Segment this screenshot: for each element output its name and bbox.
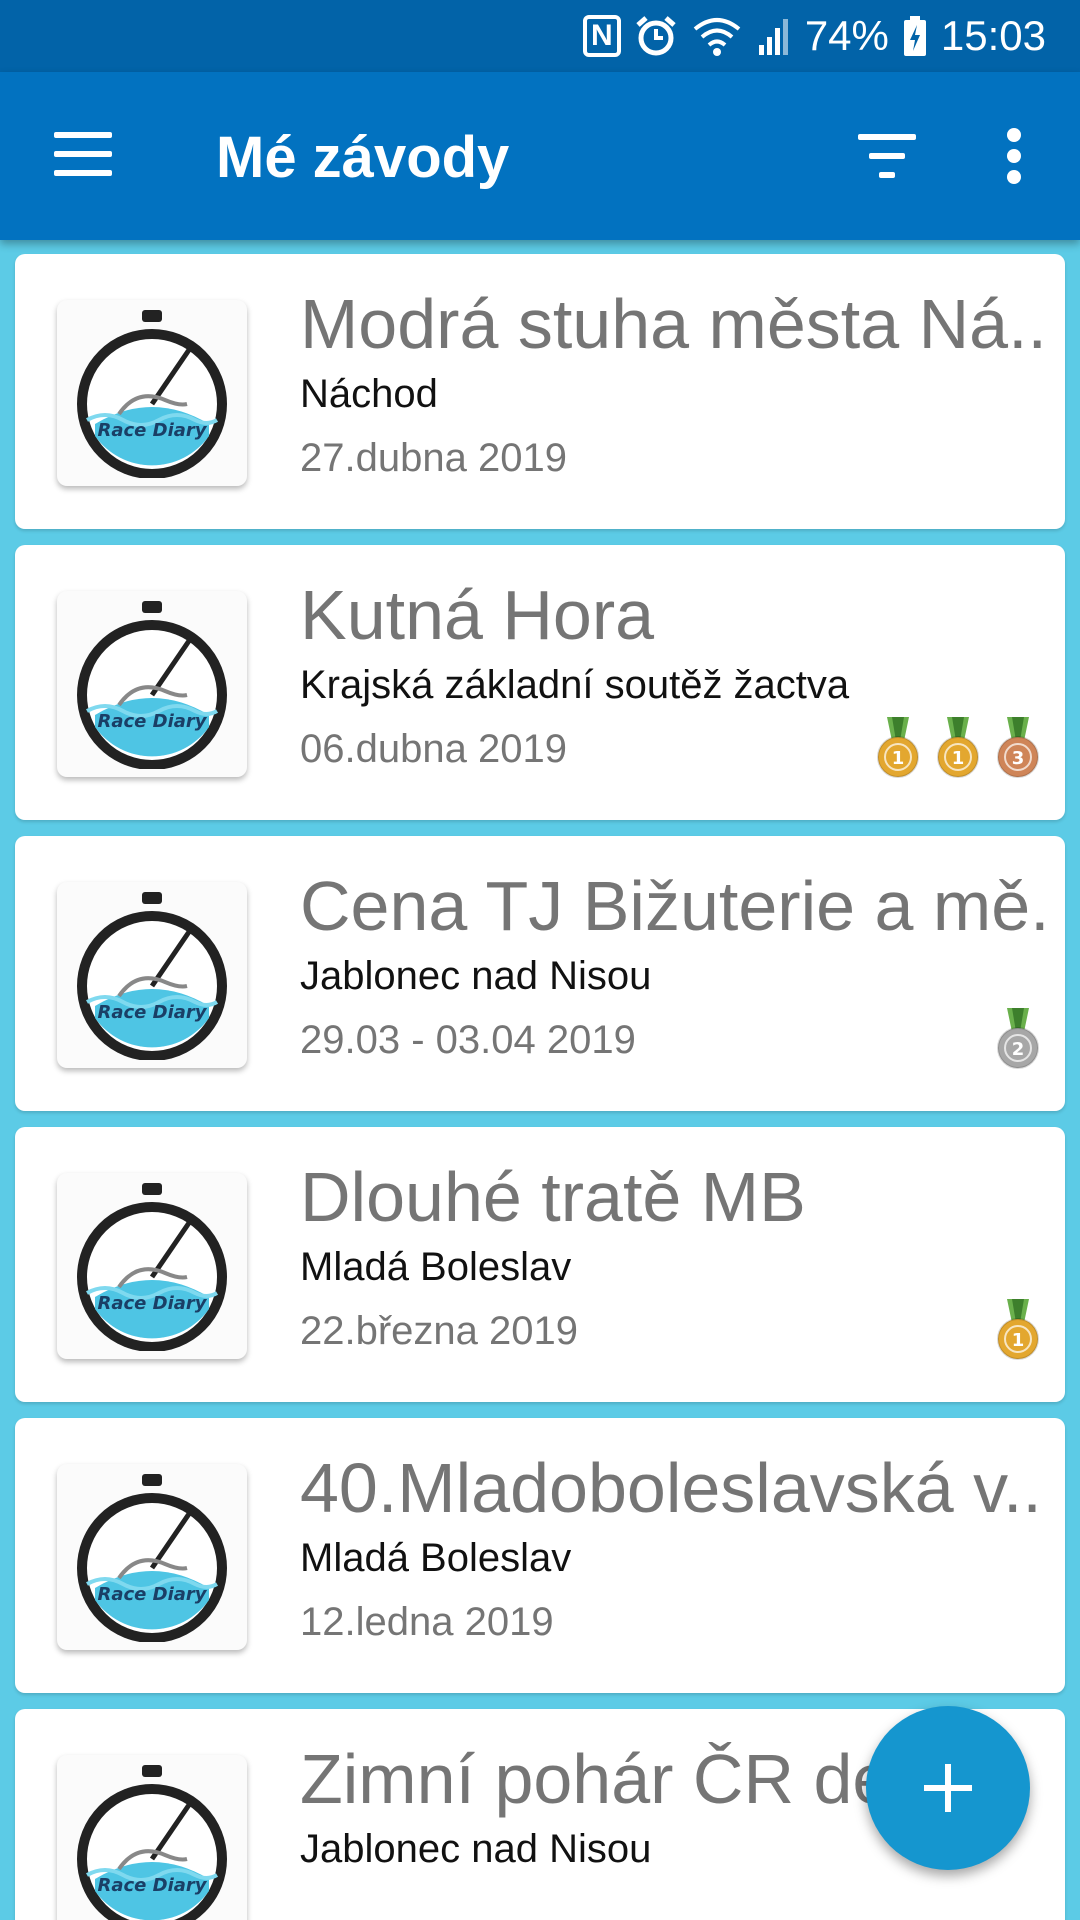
race-location: Krajská základní soutěž žactva [300,663,850,707]
medal-list: 1 1 3 [875,717,1041,779]
race-location: Mladá Boleslav [300,1245,572,1289]
race-logo: Race Diary [57,591,247,777]
battery-percent: 74% [804,12,889,59]
race-name: 40.Mladoboleslavská v.. [300,1449,1042,1527]
race-name: Dlouhé tratě MB [300,1158,806,1236]
medal-icon: 1 [997,1299,1039,1360]
svg-text:2: 2 [1012,1039,1025,1060]
logo-text: Race Diary [97,420,207,441]
race-name: Kutná Hora [300,576,655,654]
svg-text:1: 1 [1012,1330,1025,1351]
logo-text: Race Diary [97,1002,207,1023]
plus-icon [924,1764,972,1812]
alarm-icon [635,11,677,61]
add-race-button[interactable] [866,1706,1030,1870]
race-location: Mladá Boleslav [300,1536,572,1580]
race-diary-logo-icon: Race Diary [77,310,227,478]
race-name: Cena TJ Bižuterie a mě.. [300,867,1050,945]
race-diary-logo-icon: Race Diary [77,601,227,769]
logo-text: Race Diary [97,1293,207,1314]
status-bar: N 74% 15:03 [0,0,1080,72]
medal-list: 2 [995,1008,1041,1070]
race-list-item[interactable]: Race Diary Kutná Hora Krajská základní s… [15,545,1065,820]
medal-icon: 1 [937,717,979,778]
race-list-item[interactable]: Race Diary Modrá stuha města Ná.. Náchod… [15,254,1065,529]
medal-icon: 3 [997,717,1039,778]
race-diary-logo-icon: Race Diary [77,1765,227,1920]
hamburger-menu-icon[interactable] [54,132,112,176]
app-bar: Mé závody [0,72,1080,240]
svg-text:1: 1 [892,748,905,769]
medal-icon: 2 [997,1008,1039,1069]
medal-list: 1 [995,1299,1041,1361]
race-logo: Race Diary [57,1755,247,1920]
race-date: 22.března 2019 [300,1309,579,1353]
wifi-icon [691,11,743,61]
svg-text:1: 1 [952,748,965,769]
svg-text:3: 3 [1012,748,1025,769]
race-logo: Race Diary [57,1464,247,1650]
race-diary-logo-icon: Race Diary [77,1474,227,1642]
race-name: Modrá stuha města Ná.. [300,285,1047,363]
clock-time: 15:03 [940,12,1046,59]
nfc-icon: N [582,11,621,61]
race-date: 27.dubna 2019 [300,436,567,480]
race-location: Jablonec nad Nisou [300,954,652,998]
medal-icon: 1 [877,717,919,778]
race-diary-logo-icon: Race Diary [77,892,227,1060]
page-title: Mé závody [216,125,510,190]
race-logo: Race Diary [57,882,247,1068]
race-list-item[interactable]: Race Diary Dlouhé tratě MB Mladá Bolesla… [15,1127,1065,1402]
logo-text: Race Diary [97,1584,207,1605]
race-list-item[interactable]: Race Diary 40.Mladoboleslavská v.. Mladá… [15,1418,1065,1693]
race-list-item[interactable]: Race Diary Cena TJ Bižuterie a mě.. Jabl… [15,836,1065,1111]
logo-text: Race Diary [97,711,207,732]
filter-icon[interactable] [858,134,916,178]
signal-icon [757,11,791,61]
race-date: 06.dubna 2019 [300,727,567,771]
race-logo: Race Diary [57,300,247,486]
race-logo: Race Diary [57,1173,247,1359]
race-date: 12.ledna 2019 [300,1600,554,1644]
logo-text: Race Diary [97,1875,207,1896]
battery-charging-icon [903,11,927,61]
race-date: 29.03 - 03.04 2019 [300,1018,636,1062]
more-vert-icon[interactable] [1000,128,1028,184]
race-location: Náchod [300,372,438,416]
race-diary-logo-icon: Race Diary [77,1183,227,1351]
